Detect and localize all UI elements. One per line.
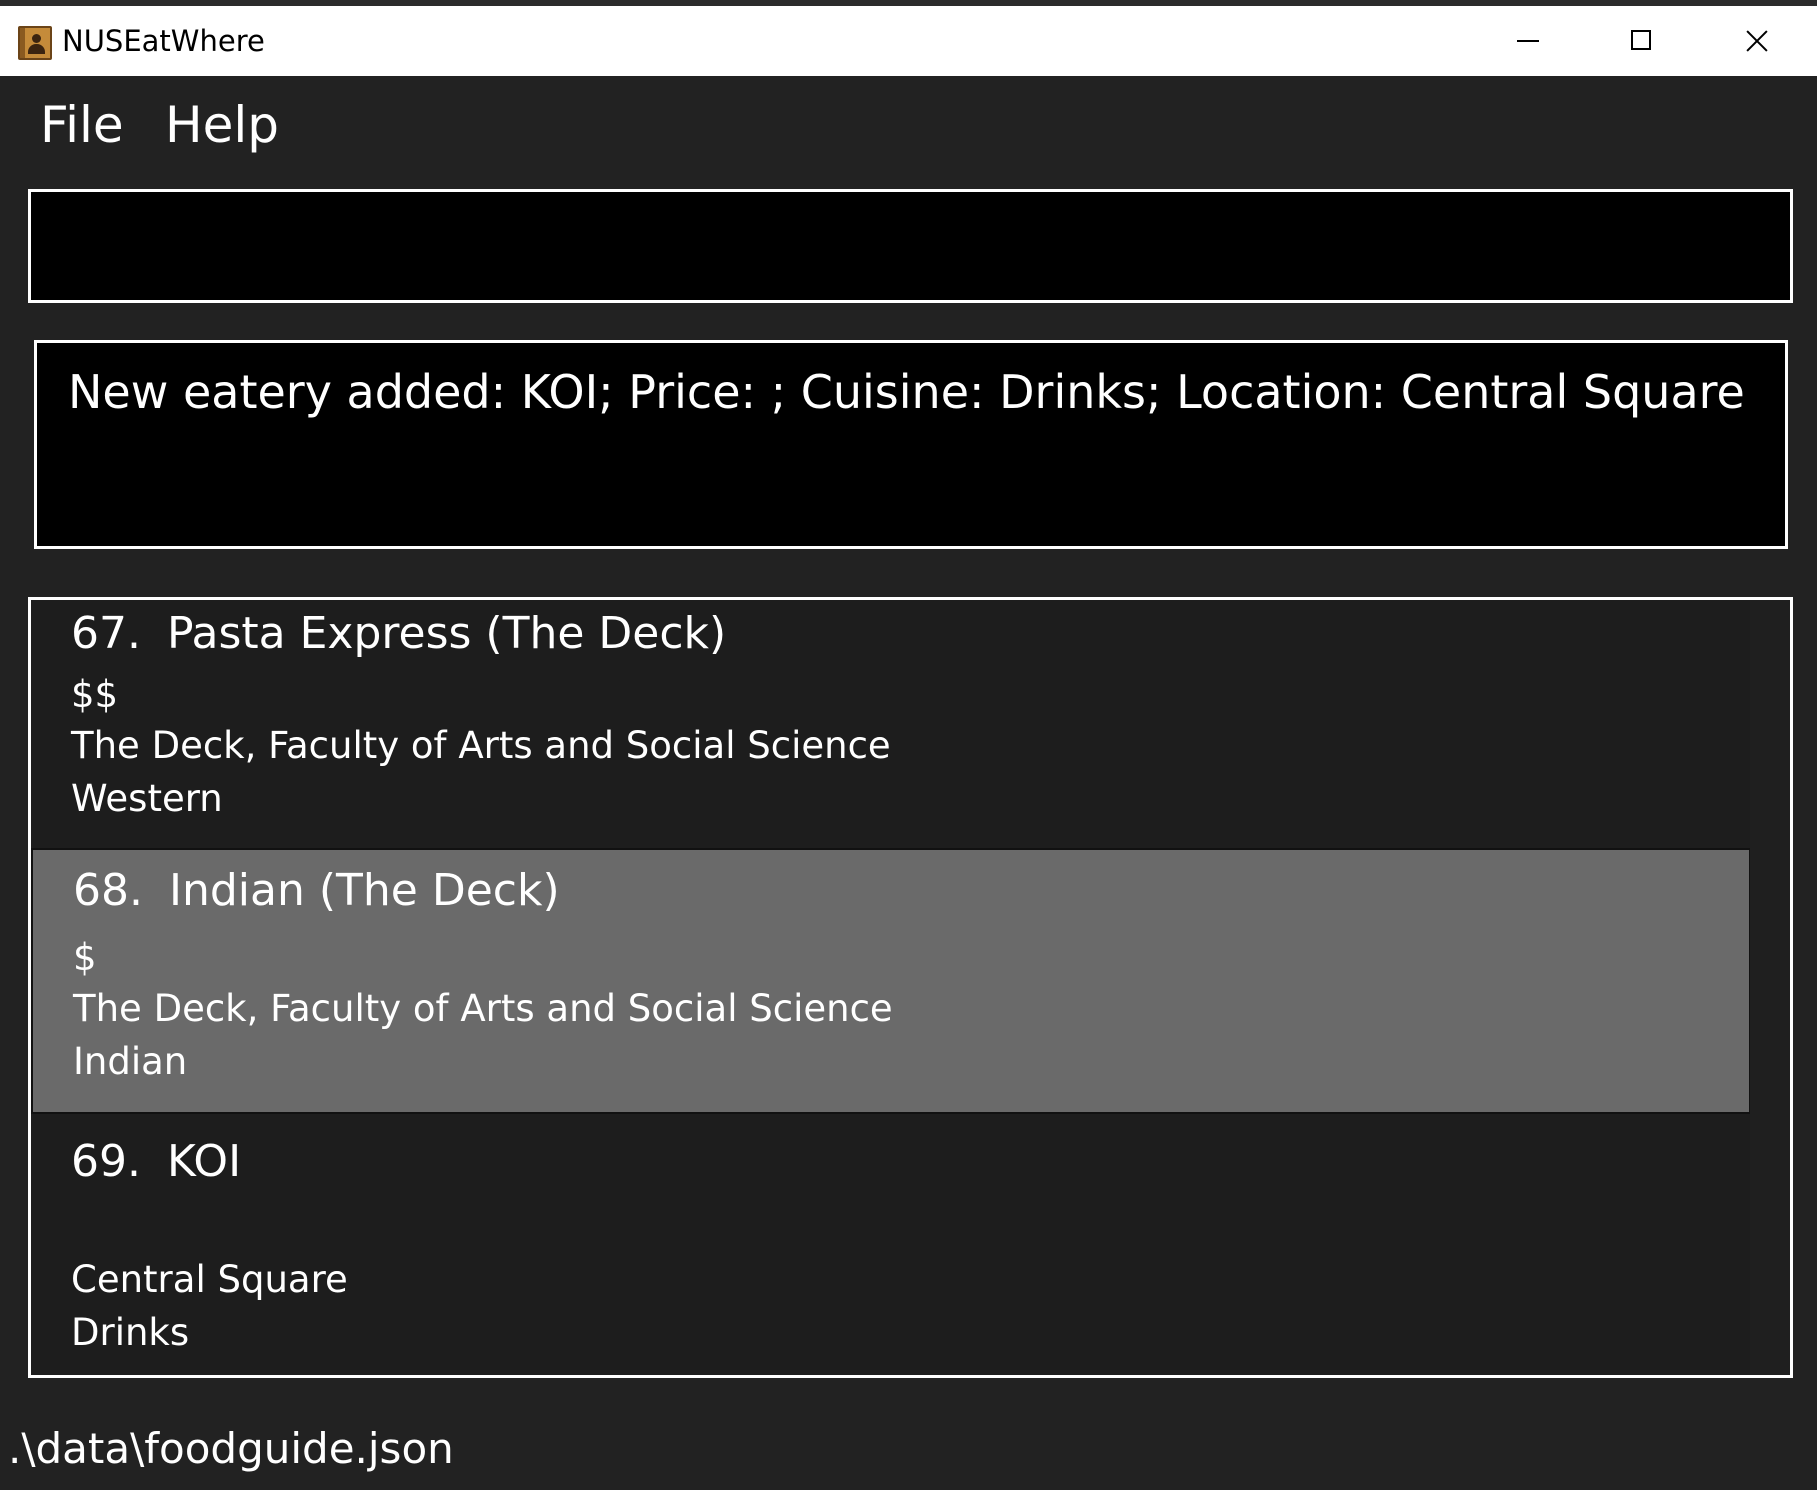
eatery-cuisine: Western xyxy=(71,777,223,820)
eatery-name: Pasta Express (The Deck) xyxy=(166,608,727,659)
eatery-index: 68. xyxy=(73,865,143,916)
menu-bar: File Help xyxy=(0,76,1817,176)
command-box xyxy=(28,189,1793,303)
eatery-card[interactable]: 69. KOI Central Square Drinks xyxy=(31,1114,1751,1375)
eatery-cuisine: Drinks xyxy=(71,1311,190,1354)
eatery-card-selected[interactable]: 68. Indian (The Deck) $ The Deck, Faculty… xyxy=(31,848,1751,1114)
menu-file[interactable]: File xyxy=(40,96,124,154)
list-scrollbar[interactable] xyxy=(1750,600,1790,1375)
app-window: NUSEatWhere File Help New eatery added: … xyxy=(0,0,1817,1490)
maximize-button[interactable] xyxy=(1584,6,1698,76)
eatery-location: The Deck, Faculty of Arts and Social Sci… xyxy=(73,987,893,1030)
address-book-icon xyxy=(18,26,52,60)
minimize-button[interactable] xyxy=(1470,6,1584,76)
eatery-location: Central Square xyxy=(71,1258,348,1301)
result-message: New eatery added: KOI; Price: ; Cuisine:… xyxy=(68,365,1745,419)
eatery-price: $ xyxy=(73,936,97,979)
eatery-cuisine: Indian xyxy=(73,1040,188,1083)
maximize-icon xyxy=(1631,30,1651,50)
save-file-path: .\data\foodguide.json xyxy=(8,1424,454,1473)
eatery-name: Indian (The Deck) xyxy=(168,865,560,916)
menu-help[interactable]: Help xyxy=(165,96,279,154)
minimize-icon xyxy=(1517,40,1539,42)
status-bar: .\data\foodguide.json xyxy=(0,1398,1817,1490)
window-title: NUSEatWhere xyxy=(62,24,265,58)
eatery-name: KOI xyxy=(166,1136,242,1187)
eatery-list[interactable]: 67. Pasta Express (The Deck) $$ The Deck,… xyxy=(28,597,1793,1378)
eatery-price: $$ xyxy=(71,673,119,716)
eatery-index: 67. xyxy=(71,608,141,659)
command-input[interactable] xyxy=(41,202,1780,292)
result-display: New eatery added: KOI; Price: ; Cuisine:… xyxy=(34,340,1788,549)
eatery-index: 69. xyxy=(71,1136,141,1187)
eatery-location: The Deck, Faculty of Arts and Social Sci… xyxy=(71,724,891,767)
close-button[interactable] xyxy=(1698,6,1812,76)
eatery-card[interactable]: 67. Pasta Express (The Deck) $$ The Deck,… xyxy=(31,600,1751,866)
